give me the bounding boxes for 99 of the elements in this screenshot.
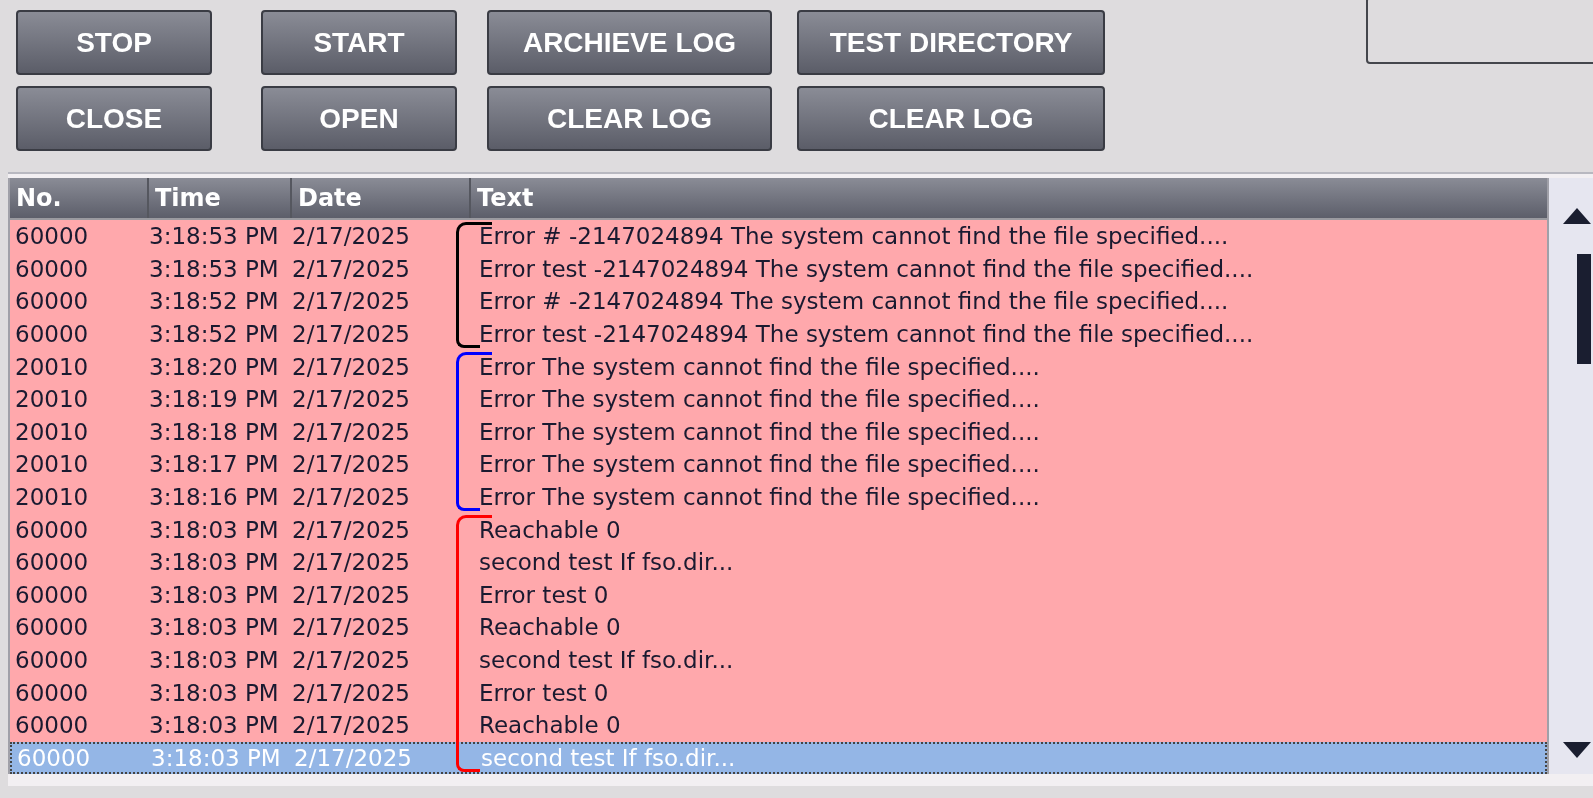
log-row[interactable]: 20010 3:18:18 PM 2/17/2025 Error The system cannot find the file specified.... xyxy=(10,415,1547,449)
log-row[interactable]: 20010 3:18:17 PM 2/17/2025 Error The system cannot find the file specified.... xyxy=(10,448,1547,481)
log-row[interactable]: 20010 3:18:16 PM 2/17/2025 Error The system cannot find the file specified.... xyxy=(10,480,1547,514)
toolbar-button[interactable]: ARCHIEVE LOG xyxy=(487,10,772,75)
scroll-thumb[interactable] xyxy=(1577,254,1591,364)
column-header[interactable]: Text xyxy=(471,178,1547,218)
log-row[interactable]: 60000 3:18:53 PM 2/17/2025 Error # -2147024894 The system cannot find the file specified.... xyxy=(10,220,1547,253)
table-cell-text: 3:18:03 PM xyxy=(149,581,280,608)
column-header[interactable]: Time xyxy=(149,178,292,218)
table-cell-text: 2/17/2025 xyxy=(292,549,411,576)
toolbar-button[interactable]: CLEAR LOG xyxy=(797,86,1105,151)
table-cell-text: 2/17/2025 xyxy=(292,647,411,673)
log-row[interactable]: 60000 3:18:03 PM 2/17/2025 Reachable 0 xyxy=(10,708,1547,742)
table-cell-text: 20010 xyxy=(14,484,90,511)
table-cell-text: 20010 xyxy=(14,353,90,380)
table-cell-text: 3:18:20 PM xyxy=(149,353,280,380)
table-cell-text: 20010 xyxy=(14,386,90,413)
table-cell-text: 60000 xyxy=(14,288,90,315)
scroll-up-icon[interactable] xyxy=(1563,208,1591,224)
table-cell-text: Error # -2147024894 The system cannot find the file specified.... xyxy=(478,223,1230,250)
log-row[interactable]: 60000 3:18:03 PM 2/17/2025 Error test 0 xyxy=(10,578,1547,612)
table-cell-text: 2/17/2025 xyxy=(292,255,411,282)
table-cell-text: second test If fso.dir... xyxy=(478,647,735,673)
table-cell-text: Error # -2147024894 The system cannot find the file specified.... xyxy=(478,288,1230,315)
table-cell-text: 3:18:03 PM xyxy=(149,549,280,576)
table-cell-text: Error test -2147024894 The system cannot find the file specified.... xyxy=(478,255,1255,282)
toolbar-button[interactable]: OPEN xyxy=(261,86,457,151)
table-cell-text: Error test 0 xyxy=(478,581,610,608)
table-cell-text: 3:18:03 PM xyxy=(149,679,280,706)
table-cell-text: 2/17/2025 xyxy=(292,288,411,315)
log-row[interactable]: 60000 3:18:03 PM 2/17/2025 Reachable 0 xyxy=(10,611,1547,644)
toolbar-button[interactable]: STOP xyxy=(16,10,212,75)
table-cell-text: 2/17/2025 xyxy=(292,712,411,739)
log-row[interactable]: 60000 3:18:03 PM 2/17/2025 second test If fso.dir... xyxy=(10,545,1547,579)
table-cell-text: Reachable 0 xyxy=(478,712,622,739)
table-cell-text: 3:18:19 PM xyxy=(149,386,280,413)
table-cell-text: 3:18:18 PM xyxy=(149,418,280,445)
scroll-down-icon[interactable] xyxy=(1563,742,1591,758)
table-cell-text: 2/17/2025 xyxy=(292,516,411,543)
table-cell-text: 3:18:03 PM xyxy=(149,614,280,641)
table-cell-text: 20010 xyxy=(14,451,90,478)
table-cell-text: 60000 xyxy=(14,581,90,608)
table-cell-text: 2/17/2025 xyxy=(292,484,411,511)
log-row[interactable]: 60000 3:18:03 PM 2/17/2025 Error test 0 xyxy=(10,676,1547,709)
log-row[interactable]: 60000 3:18:03 PM 2/17/2025 second test If fso.dir... xyxy=(10,643,1547,677)
table-cell-text: 60000 xyxy=(14,549,90,576)
toolbar-button[interactable]: CLOSE xyxy=(16,86,212,151)
table-cell-text: 3:18:03 PM xyxy=(149,516,280,543)
column-header[interactable]: Date xyxy=(292,178,471,218)
table-cell-text: 2/17/2025 xyxy=(292,386,411,413)
table-cell-text: 60000 xyxy=(14,712,90,739)
table-cell-text: second test If fso.dir... xyxy=(480,744,737,771)
toolbar-button[interactable]: TEST DIRECTORY xyxy=(797,10,1105,75)
table-cell-text: 2/17/2025 xyxy=(292,581,411,608)
table-cell-text: 60000 xyxy=(14,223,90,250)
table-cell-text: 2/17/2025 xyxy=(292,353,411,380)
table-cell-text: 3:18:03 PM xyxy=(151,744,282,771)
log-row[interactable]: 20010 3:18:19 PM 2/17/2025 Error The system cannot find the file specified.... xyxy=(10,382,1547,416)
table-cell-text: 2/17/2025 xyxy=(292,679,411,706)
table-cell-text: 2/17/2025 xyxy=(294,744,413,771)
log-row[interactable]: 20010 3:18:20 PM 2/17/2025 Error The system cannot find the file specified.... xyxy=(10,350,1547,383)
table-cell-text: 60000 xyxy=(14,516,90,543)
table-cell-text: Error The system cannot find the file specified.... xyxy=(478,451,1041,478)
table-cell-text: 60000 xyxy=(16,744,92,771)
table-cell-text: 2/17/2025 xyxy=(292,321,411,348)
column-header[interactable]: No. xyxy=(10,178,149,218)
log-row[interactable]: 60000 3:18:53 PM 2/17/2025 Error test -2147024894 The system cannot find the file specified.... xyxy=(10,252,1547,286)
table-cell-text: 3:18:53 PM xyxy=(149,223,280,250)
table-cell-text: second test If fso.dir... xyxy=(478,549,735,576)
table-cell-text: 3:18:53 PM xyxy=(149,255,280,282)
toolbar-button[interactable]: START xyxy=(261,10,457,75)
table-cell-text: 60000 xyxy=(14,679,90,706)
table-cell-text: Error The system cannot find the file specified.... xyxy=(478,386,1041,413)
table-cell-text: 2/17/2025 xyxy=(292,451,411,478)
table-cell-text: 60000 xyxy=(14,647,90,673)
table-cell-text: Error The system cannot find the file specified.... xyxy=(478,418,1041,445)
table-cell-text: Error test -2147024894 The system cannot find the file specified.... xyxy=(478,321,1255,348)
table-cell-text: 3:18:17 PM xyxy=(149,451,280,478)
table-cell-text: Reachable 0 xyxy=(478,516,622,543)
table-cell-text: 3:18:03 PM xyxy=(149,712,280,739)
log-row[interactable]: 60000 3:18:03 PM 2/17/2025 Reachable 0 xyxy=(10,513,1547,546)
table-cell-text: 20010 xyxy=(14,418,90,445)
log-row[interactable]: 60000 3:18:52 PM 2/17/2025 Error # -2147024894 The system cannot find the file specified.... xyxy=(10,285,1547,318)
table-cell-text: 3:18:52 PM xyxy=(149,288,280,315)
table-cell-text: 2/17/2025 xyxy=(292,614,411,641)
table-cell-text: Error test 0 xyxy=(478,679,610,706)
table-cell-text: 3:18:16 PM xyxy=(149,484,280,511)
table-cell-text: 2/17/2025 xyxy=(292,418,411,445)
table-cell-text: 3:18:52 PM xyxy=(149,321,280,348)
table-cell-text: 3:18:03 PM xyxy=(149,647,280,673)
table-cell-text: 60000 xyxy=(14,614,90,641)
table-cell-text: 2/17/2025 xyxy=(292,223,411,250)
table-cell-text: 60000 xyxy=(14,255,90,282)
toolbar-button[interactable]: CLEAR LOG xyxy=(487,86,772,151)
table-cell-text: Error The system cannot find the file specified.... xyxy=(478,484,1041,511)
table-cell-text: Error The system cannot find the file specified.... xyxy=(478,353,1041,380)
table-cell-text: Reachable 0 xyxy=(478,614,622,641)
table-cell-text: 60000 xyxy=(14,321,90,348)
log-row[interactable]: 60000 3:18:52 PM 2/17/2025 Error test -2147024894 The system cannot find the file specified.... xyxy=(10,317,1547,351)
